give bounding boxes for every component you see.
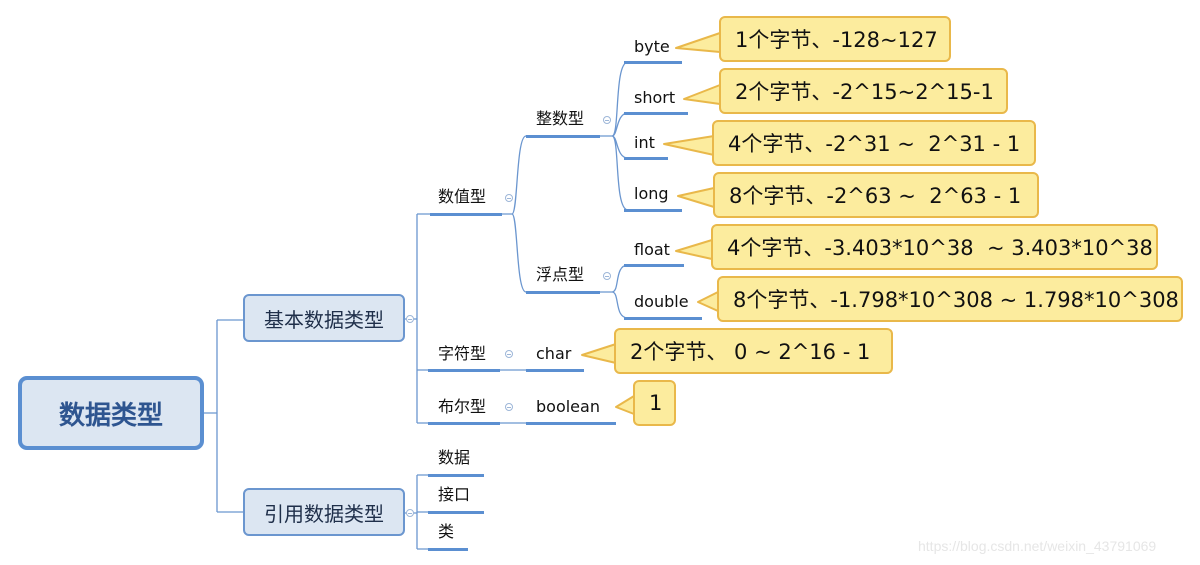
topic-char-type[interactable]: 字符型	[438, 344, 486, 364]
topic-double[interactable]: double	[634, 292, 689, 312]
callout-byte: 1个字节、-128~127	[719, 16, 951, 62]
topic-underline	[624, 264, 684, 267]
topic-underline	[526, 422, 616, 425]
topic-underline	[430, 213, 502, 216]
callout-pointer-float	[675, 239, 713, 260]
callout-pointer-short	[683, 84, 721, 105]
callout-pointer-double	[697, 291, 719, 312]
callout-float: 4个字节、-3.403*10^38 ~ 3.403*10^38	[711, 224, 1158, 270]
topic-short[interactable]: short	[634, 88, 675, 108]
primitive-label: 基本数据类型	[264, 307, 384, 332]
topic-char[interactable]: char	[536, 344, 571, 364]
topic-int[interactable]: int	[634, 133, 655, 153]
connector-integer	[600, 61, 629, 211]
topic-reference-item[interactable]: 类	[438, 522, 454, 542]
topic-underline	[428, 369, 500, 372]
topic-integer[interactable]: 整数型	[536, 109, 584, 129]
callout-pointer-boolean	[615, 395, 635, 415]
topic-underline	[624, 209, 682, 212]
topic-primitive[interactable]: 基本数据类型	[243, 294, 405, 342]
topic-underline	[526, 291, 600, 294]
callout-pointer-long	[677, 187, 715, 208]
connector-numeric	[500, 135, 527, 293]
topic-reference-item[interactable]: 数据	[438, 448, 470, 468]
topic-reference-item[interactable]: 接口	[438, 485, 470, 505]
topic-underline	[624, 317, 702, 320]
connector-root	[204, 319, 243, 513]
callout-pointer-int	[663, 135, 715, 156]
callout-char: 2个字节、 0 ~ 2^16 - 1	[614, 328, 893, 374]
collapse-icon[interactable]	[406, 315, 414, 323]
topic-underline	[624, 112, 688, 115]
topic-underline	[428, 474, 484, 477]
root-topic[interactable]: 数据类型	[18, 376, 204, 450]
callout-short: 2个字节、-2^15~2^15-1	[719, 68, 1008, 114]
reference-label: 引用数据类型	[264, 501, 384, 526]
topic-underline	[428, 422, 500, 425]
callout-double: 8个字节、-1.798*10^308 ~ 1.798*10^308	[717, 276, 1183, 322]
topic-boolean-type[interactable]: 布尔型	[438, 397, 486, 417]
root-label: 数据类型	[58, 400, 163, 431]
collapse-icon[interactable]	[505, 403, 513, 411]
topic-underline	[624, 61, 682, 64]
topic-numeric[interactable]: 数值型	[438, 187, 486, 207]
topic-underline	[428, 511, 484, 514]
topic-reference[interactable]: 引用数据类型	[243, 488, 405, 536]
collapse-icon[interactable]	[505, 350, 513, 358]
callout-boolean: 1	[633, 380, 676, 426]
topic-underline	[624, 157, 668, 160]
topic-float-type[interactable]: 浮点型	[536, 265, 584, 285]
topic-underline	[526, 369, 584, 372]
collapse-icon[interactable]	[603, 272, 611, 280]
callout-pointer-byte	[675, 32, 721, 53]
callout-long: 8个字节、-2^63 ~ 2^63 - 1	[713, 172, 1039, 218]
collapse-icon[interactable]	[505, 194, 513, 202]
topic-underline	[526, 135, 600, 138]
topic-float[interactable]: float	[634, 240, 670, 260]
topic-long[interactable]: long	[634, 184, 669, 204]
watermark: https://blog.csdn.net/weixin_43791069	[918, 538, 1157, 554]
callout-int: 4个字节、-2^31 ~ 2^31 - 1	[712, 120, 1036, 166]
topic-boolean[interactable]: boolean	[536, 397, 600, 417]
topic-byte[interactable]: byte	[634, 37, 670, 57]
topic-underline	[428, 548, 468, 551]
collapse-icon[interactable]	[406, 509, 414, 517]
collapse-icon[interactable]	[603, 116, 611, 124]
callout-pointer-char	[581, 343, 617, 364]
